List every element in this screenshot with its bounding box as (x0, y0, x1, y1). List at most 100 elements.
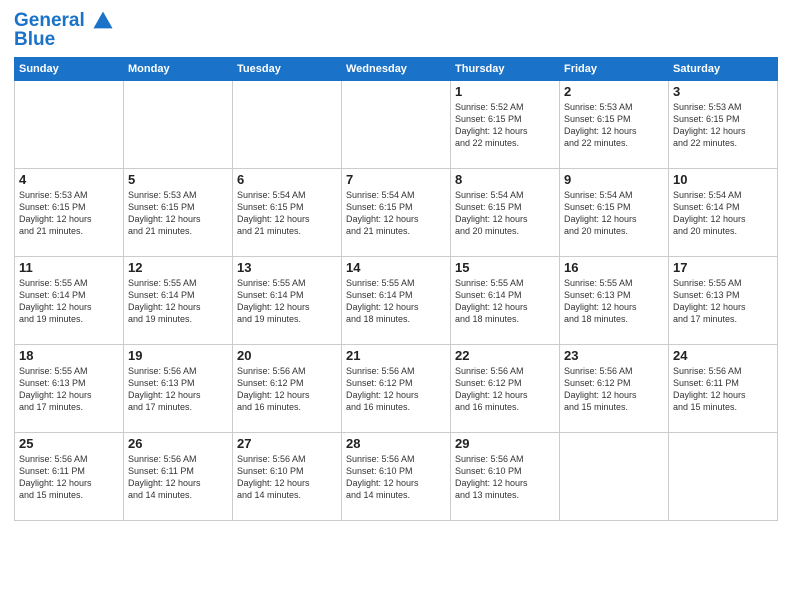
calendar-cell: 4 Sunrise: 5:53 AM Sunset: 6:15 PM Daylig… (15, 168, 124, 256)
calendar-cell (669, 432, 778, 520)
calendar-cell: 16Sunrise: 5:55 AM Sunset: 6:13 PM Dayli… (560, 256, 669, 344)
day-number: 2 (564, 84, 664, 99)
weekday-header-monday: Monday (124, 57, 233, 80)
day-number: 19 (128, 348, 228, 363)
logo: General Blue (14, 10, 114, 51)
week-row-5: 25 Sunrise: 5:56 AM Sunset: 6:11 PM Dayli… (15, 432, 778, 520)
calendar-cell: 24Sunrise: 5:56 AM Sunset: 6:11 PM Dayli… (669, 344, 778, 432)
day-info: Sunrise: 5:56 AM Sunset: 6:11 PM Dayligh… (19, 453, 119, 502)
calendar-cell: 6 Sunrise: 5:54 AM Sunset: 6:15 PM Daylig… (233, 168, 342, 256)
calendar-cell: 10 Sunrise: 5:54 AM Sunset: 6:14 PM Dayli… (669, 168, 778, 256)
calendar-cell: 12 Sunrise: 5:55 AM Sunset: 6:14 PM Dayli… (124, 256, 233, 344)
calendar-cell: 26 Sunrise: 5:56 AM Sunset: 6:11 PM Dayli… (124, 432, 233, 520)
day-info: Sunrise: 5:54 AM Sunset: 6:15 PM Dayligh… (346, 189, 446, 238)
day-number: 4 (19, 172, 119, 187)
calendar-cell: 14Sunrise: 5:55 AM Sunset: 6:14 PM Dayli… (342, 256, 451, 344)
day-number: 8 (455, 172, 555, 187)
calendar-cell: 28Sunrise: 5:56 AM Sunset: 6:10 PM Dayli… (342, 432, 451, 520)
day-number: 21 (346, 348, 446, 363)
calendar-cell: 2 Sunrise: 5:53 AM Sunset: 6:15 PM Daylig… (560, 80, 669, 168)
day-number: 26 (128, 436, 228, 451)
day-info: Sunrise: 5:54 AM Sunset: 6:14 PM Dayligh… (673, 189, 773, 238)
day-info: Sunrise: 5:56 AM Sunset: 6:10 PM Dayligh… (237, 453, 337, 502)
day-info: Sunrise: 5:55 AM Sunset: 6:14 PM Dayligh… (128, 277, 228, 326)
calendar-cell: 13 Sunrise: 5:55 AM Sunset: 6:14 PM Dayli… (233, 256, 342, 344)
page-container: General Blue SundayMondayTuesdayWednesda… (0, 0, 792, 612)
day-number: 20 (237, 348, 337, 363)
calendar-cell: 3 Sunrise: 5:53 AM Sunset: 6:15 PM Daylig… (669, 80, 778, 168)
calendar-cell: 27 Sunrise: 5:56 AM Sunset: 6:10 PM Dayli… (233, 432, 342, 520)
day-number: 1 (455, 84, 555, 99)
calendar-cell (124, 80, 233, 168)
weekday-header-friday: Friday (560, 57, 669, 80)
week-row-1: 1 Sunrise: 5:52 AM Sunset: 6:15 PM Daylig… (15, 80, 778, 168)
day-info: Sunrise: 5:54 AM Sunset: 6:15 PM Dayligh… (237, 189, 337, 238)
day-info: Sunrise: 5:56 AM Sunset: 6:12 PM Dayligh… (346, 365, 446, 414)
day-info: Sunrise: 5:53 AM Sunset: 6:15 PM Dayligh… (673, 101, 773, 150)
day-number: 9 (564, 172, 664, 187)
day-number: 6 (237, 172, 337, 187)
calendar-cell: 11 Sunrise: 5:55 AM Sunset: 6:14 PM Dayli… (15, 256, 124, 344)
day-info: Sunrise: 5:54 AM Sunset: 6:15 PM Dayligh… (455, 189, 555, 238)
calendar: SundayMondayTuesdayWednesdayThursdayFrid… (14, 57, 778, 521)
day-number: 12 (128, 260, 228, 275)
day-number: 27 (237, 436, 337, 451)
calendar-cell: 21 Sunrise: 5:56 AM Sunset: 6:12 PM Dayli… (342, 344, 451, 432)
day-info: Sunrise: 5:56 AM Sunset: 6:12 PM Dayligh… (455, 365, 555, 414)
calendar-cell: 22 Sunrise: 5:56 AM Sunset: 6:12 PM Dayli… (451, 344, 560, 432)
day-info: Sunrise: 5:56 AM Sunset: 6:13 PM Dayligh… (128, 365, 228, 414)
weekday-header-wednesday: Wednesday (342, 57, 451, 80)
weekday-header-saturday: Saturday (669, 57, 778, 80)
day-number: 23 (564, 348, 664, 363)
logo-blue: Blue (14, 30, 114, 51)
day-number: 25 (19, 436, 119, 451)
day-info: Sunrise: 5:55 AM Sunset: 6:13 PM Dayligh… (564, 277, 664, 326)
day-number: 5 (128, 172, 228, 187)
day-number: 10 (673, 172, 773, 187)
calendar-cell: 9 Sunrise: 5:54 AM Sunset: 6:15 PM Daylig… (560, 168, 669, 256)
day-info: Sunrise: 5:55 AM Sunset: 6:14 PM Dayligh… (346, 277, 446, 326)
day-info: Sunrise: 5:56 AM Sunset: 6:12 PM Dayligh… (564, 365, 664, 414)
day-number: 13 (237, 260, 337, 275)
day-number: 7 (346, 172, 446, 187)
day-number: 22 (455, 348, 555, 363)
day-number: 29 (455, 436, 555, 451)
day-info: Sunrise: 5:52 AM Sunset: 6:15 PM Dayligh… (455, 101, 555, 150)
week-row-2: 4 Sunrise: 5:53 AM Sunset: 6:15 PM Daylig… (15, 168, 778, 256)
logo-general: General (14, 10, 85, 31)
calendar-cell: 18 Sunrise: 5:55 AM Sunset: 6:13 PM Dayli… (15, 344, 124, 432)
calendar-cell: 5Sunrise: 5:53 AM Sunset: 6:15 PM Daylig… (124, 168, 233, 256)
calendar-cell: 8 Sunrise: 5:54 AM Sunset: 6:15 PM Daylig… (451, 168, 560, 256)
day-info: Sunrise: 5:53 AM Sunset: 6:15 PM Dayligh… (564, 101, 664, 150)
weekday-header-tuesday: Tuesday (233, 57, 342, 80)
weekday-header-thursday: Thursday (451, 57, 560, 80)
week-row-3: 11 Sunrise: 5:55 AM Sunset: 6:14 PM Dayli… (15, 256, 778, 344)
day-number: 3 (673, 84, 773, 99)
weekday-header-sunday: Sunday (15, 57, 124, 80)
day-info: Sunrise: 5:55 AM Sunset: 6:14 PM Dayligh… (455, 277, 555, 326)
day-info: Sunrise: 5:56 AM Sunset: 6:11 PM Dayligh… (673, 365, 773, 414)
weekday-header-row: SundayMondayTuesdayWednesdayThursdayFrid… (15, 57, 778, 80)
calendar-cell: 23 Sunrise: 5:56 AM Sunset: 6:12 PM Dayli… (560, 344, 669, 432)
calendar-cell: 25 Sunrise: 5:56 AM Sunset: 6:11 PM Dayli… (15, 432, 124, 520)
day-number: 11 (19, 260, 119, 275)
calendar-cell: 17Sunrise: 5:55 AM Sunset: 6:13 PM Dayli… (669, 256, 778, 344)
week-row-4: 18 Sunrise: 5:55 AM Sunset: 6:13 PM Dayli… (15, 344, 778, 432)
calendar-cell (342, 80, 451, 168)
day-number: 15 (455, 260, 555, 275)
day-info: Sunrise: 5:55 AM Sunset: 6:14 PM Dayligh… (237, 277, 337, 326)
day-info: Sunrise: 5:56 AM Sunset: 6:10 PM Dayligh… (346, 453, 446, 502)
day-info: Sunrise: 5:53 AM Sunset: 6:15 PM Dayligh… (19, 189, 119, 238)
calendar-cell (233, 80, 342, 168)
day-info: Sunrise: 5:55 AM Sunset: 6:13 PM Dayligh… (19, 365, 119, 414)
calendar-cell: 7 Sunrise: 5:54 AM Sunset: 6:15 PM Daylig… (342, 168, 451, 256)
day-info: Sunrise: 5:54 AM Sunset: 6:15 PM Dayligh… (564, 189, 664, 238)
header: General Blue (14, 10, 778, 51)
calendar-cell (15, 80, 124, 168)
day-number: 17 (673, 260, 773, 275)
day-info: Sunrise: 5:55 AM Sunset: 6:14 PM Dayligh… (19, 277, 119, 326)
calendar-cell: 15 Sunrise: 5:55 AM Sunset: 6:14 PM Dayli… (451, 256, 560, 344)
day-info: Sunrise: 5:56 AM Sunset: 6:11 PM Dayligh… (128, 453, 228, 502)
calendar-cell: 29Sunrise: 5:56 AM Sunset: 6:10 PM Dayli… (451, 432, 560, 520)
day-number: 18 (19, 348, 119, 363)
